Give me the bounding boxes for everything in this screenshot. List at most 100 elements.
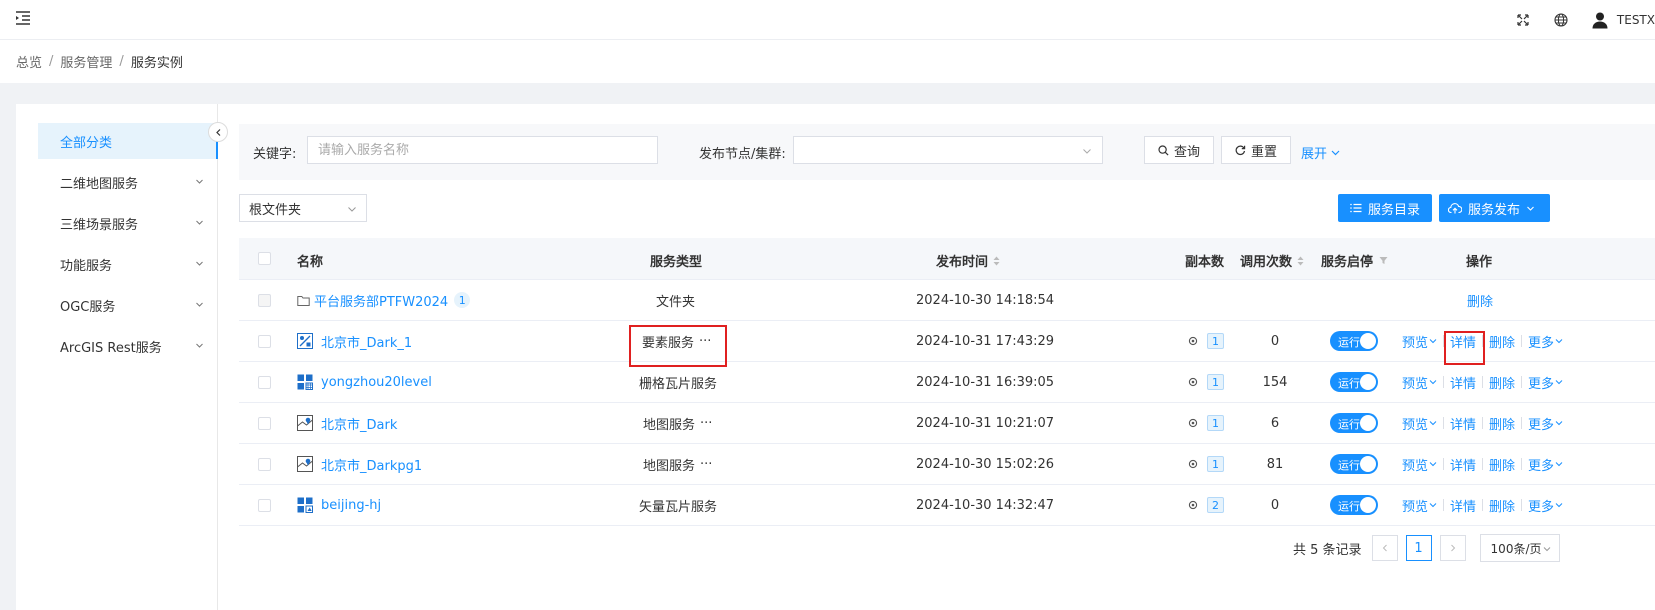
service-type: 要素服务: [642, 335, 695, 351]
service-name-link[interactable]: beijing-hj: [321, 498, 381, 513]
preview-link[interactable]: 预览: [1402, 332, 1437, 351]
service-name-link[interactable]: 平台服务部PTFW2024: [314, 291, 448, 310]
expand-label: 展开: [1301, 147, 1328, 162]
service-status-toggle[interactable]: 运行: [1330, 372, 1378, 392]
delete-link[interactable]: 删除: [1489, 496, 1515, 515]
breadcrumb-service-management[interactable]: 服务管理: [60, 52, 112, 71]
folder-select[interactable]: 根文件夹: [239, 194, 367, 222]
header-calls[interactable]: 调用次数: [1240, 251, 1304, 270]
type-more-icon[interactable]: ···: [699, 334, 711, 349]
search-form: 关键字: 发布节点/集群: 查询 重置 展开: [239, 124, 1655, 180]
toggle-label: 运行: [1338, 459, 1360, 472]
prev-page-button[interactable]: [1371, 535, 1398, 561]
preview-link[interactable]: 预览: [1402, 373, 1437, 392]
gear-icon[interactable]: [1188, 500, 1198, 510]
divider: [1443, 417, 1445, 429]
reset-button[interactable]: 重置: [1221, 136, 1291, 164]
sort-icon[interactable]: [1297, 256, 1304, 266]
query-button[interactable]: 查询: [1144, 136, 1214, 164]
service-publish-button[interactable]: 服务发布: [1439, 194, 1550, 222]
globe-icon[interactable]: [1553, 12, 1569, 28]
service-status-toggle[interactable]: 运行: [1330, 495, 1378, 515]
row-checkbox[interactable]: [258, 294, 271, 307]
header-status[interactable]: 服务启停: [1321, 251, 1388, 270]
preview-link[interactable]: 预览: [1402, 496, 1437, 515]
service-name-link[interactable]: 北京市_Darkpg1: [321, 455, 422, 474]
folder-select-value: 根文件夹: [249, 202, 302, 218]
expand-filters-link[interactable]: 展开: [1301, 143, 1341, 162]
header-name: 名称: [297, 255, 324, 270]
page-size-select[interactable]: 100条/页: [1479, 534, 1560, 562]
more-link[interactable]: 更多: [1528, 414, 1563, 433]
sidebar-collapse-button[interactable]: [208, 122, 228, 142]
keyword-input[interactable]: [307, 136, 658, 164]
type-more-icon[interactable]: ···: [700, 416, 712, 431]
user-menu[interactable]: TESTX: [1591, 11, 1655, 29]
detail-link[interactable]: 详情: [1450, 332, 1476, 351]
detail-link[interactable]: 详情: [1450, 455, 1476, 474]
divider: [1482, 499, 1484, 511]
more-link[interactable]: 更多: [1528, 373, 1563, 392]
gear-icon[interactable]: [1188, 418, 1198, 428]
delete-link[interactable]: 删除: [1467, 291, 1493, 310]
service-name-link[interactable]: 北京市_Dark_1: [321, 332, 412, 351]
sidebar-item-label: 三维场景服务: [60, 217, 139, 233]
more-link[interactable]: 更多: [1528, 455, 1563, 474]
detail-link[interactable]: 详情: [1450, 373, 1476, 392]
chevron-down-icon: [1331, 150, 1340, 156]
service-name-link[interactable]: yongzhou20level: [321, 375, 432, 390]
next-page-button[interactable]: [1439, 535, 1466, 561]
sort-icon[interactable]: [993, 256, 1000, 266]
sidebar-item-arcgis-rest[interactable]: ArcGIS Rest服务: [38, 328, 218, 364]
service-status-toggle[interactable]: 运行: [1330, 413, 1378, 433]
filter-icon[interactable]: [1379, 256, 1388, 265]
delete-link[interactable]: 删除: [1489, 455, 1515, 474]
sidebar-item-all[interactable]: 全部分类: [38, 123, 218, 159]
detail-link[interactable]: 详情: [1450, 496, 1476, 515]
header-publish-time[interactable]: 发布时间: [936, 251, 1000, 270]
delete-link[interactable]: 删除: [1489, 332, 1515, 351]
sidebar-item-function[interactable]: 功能服务: [38, 246, 218, 282]
page-number[interactable]: 1: [1405, 535, 1432, 561]
sidebar-item-2d-map[interactable]: 二维地图服务: [38, 164, 218, 200]
node-select[interactable]: [793, 136, 1103, 164]
fullscreen-icon[interactable]: [1515, 12, 1531, 28]
sidebar-item-label: 功能服务: [60, 258, 113, 274]
sidebar-item-label: 二维地图服务: [60, 176, 139, 192]
row-checkbox[interactable]: [258, 499, 271, 512]
row-checkbox[interactable]: [258, 376, 271, 389]
divider: [1521, 376, 1523, 388]
preview-link[interactable]: 预览: [1402, 414, 1437, 433]
breadcrumb-overview[interactable]: 总览: [16, 52, 42, 71]
service-type: 地图服务: [643, 458, 696, 474]
toggle-knob: [1360, 374, 1376, 390]
gear-icon[interactable]: [1188, 377, 1198, 387]
service-name-link[interactable]: 北京市_Dark: [321, 414, 397, 433]
sidebar-item-3d-scene[interactable]: 三维场景服务: [38, 205, 218, 241]
query-button-label: 查询: [1173, 144, 1200, 160]
delete-link[interactable]: 删除: [1489, 373, 1515, 392]
more-link[interactable]: 更多: [1528, 496, 1563, 515]
select-all-checkbox[interactable]: [258, 252, 271, 265]
type-more-icon[interactable]: ···: [700, 457, 712, 472]
row-checkbox[interactable]: [258, 417, 271, 430]
more-link[interactable]: 更多: [1528, 332, 1563, 351]
chevron-down-icon: [1555, 462, 1563, 467]
divider: [1443, 499, 1445, 511]
service-status-toggle[interactable]: 运行: [1330, 331, 1378, 351]
row-checkbox[interactable]: [258, 458, 271, 471]
toggle-label: 运行: [1338, 336, 1360, 349]
service-status-toggle[interactable]: 运行: [1330, 454, 1378, 474]
delete-link[interactable]: 删除: [1489, 414, 1515, 433]
item-count-badge: 1: [454, 292, 471, 308]
preview-link[interactable]: 预览: [1402, 455, 1437, 474]
service-catalog-button[interactable]: 服务目录: [1338, 194, 1432, 222]
gear-icon[interactable]: [1188, 336, 1198, 346]
sidebar-item-ogc[interactable]: OGC服务: [38, 287, 218, 323]
row-checkbox[interactable]: [258, 335, 271, 348]
gear-icon[interactable]: [1188, 459, 1198, 469]
sidebar-item-label: 全部分类: [60, 135, 113, 151]
menu-fold-icon[interactable]: [14, 9, 32, 27]
table-row: 平台服务部PTFW2024 1 文件夹 2024-10-30 14:18:54 …: [239, 280, 1655, 321]
detail-link[interactable]: 详情: [1450, 414, 1476, 433]
